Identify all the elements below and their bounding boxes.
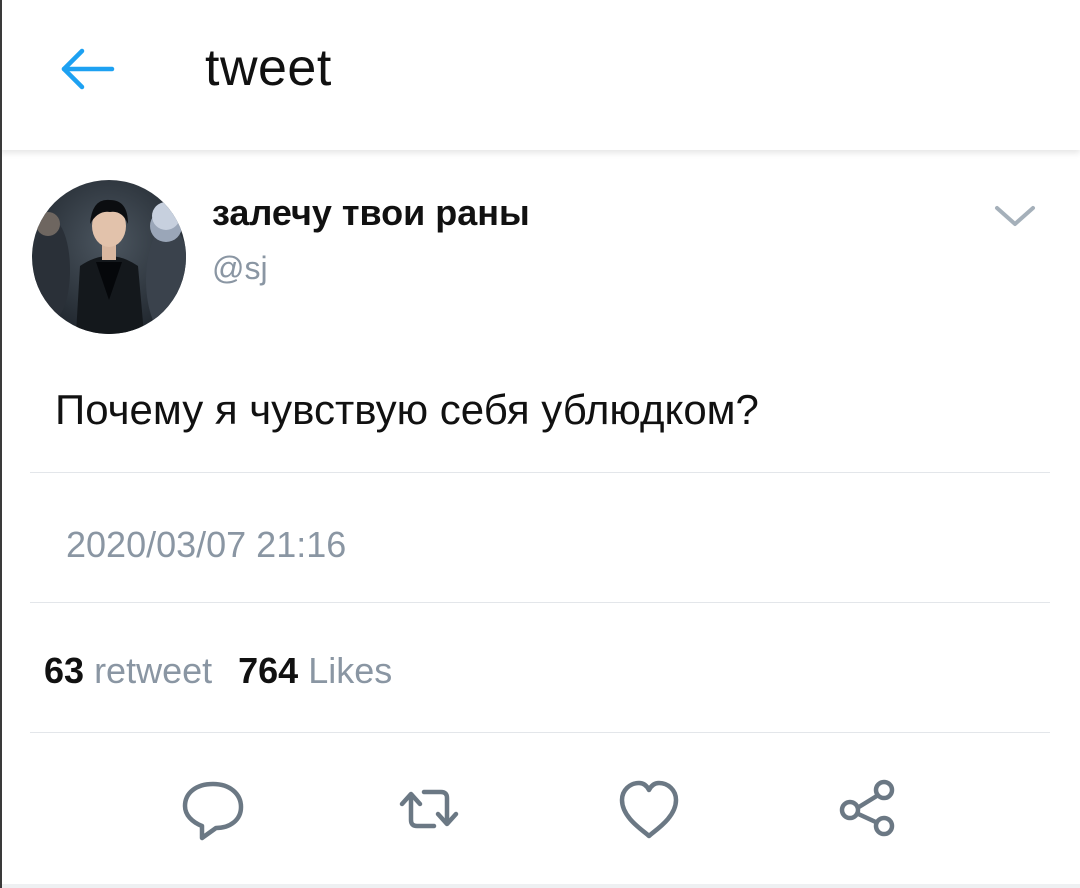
window-edge	[0, 0, 2, 888]
tweet-stats: 63 retweet 764 Likes	[44, 650, 392, 692]
divider	[30, 732, 1050, 733]
divider	[30, 472, 1050, 473]
likes-label: Likes	[308, 650, 393, 691]
display-name[interactable]: залечу твои раны	[212, 192, 530, 234]
divider	[30, 602, 1050, 603]
tweet-card: залечу твои раны @sj Почему я чувствую с…	[0, 150, 1080, 888]
share-nodes-icon	[839, 779, 895, 837]
likes-stat[interactable]: 764 Likes	[238, 650, 392, 691]
tweet-timestamp: 2020/03/07 21:16	[66, 524, 347, 565]
retweet-label: retweet	[94, 650, 213, 691]
chevron-down-icon	[995, 206, 1035, 226]
back-button[interactable]	[58, 46, 116, 92]
reply-button[interactable]	[178, 774, 248, 844]
heart-icon	[619, 780, 679, 839]
likes-count: 764	[238, 650, 299, 691]
app-header: tweet	[0, 0, 1080, 150]
avatar[interactable]	[32, 180, 186, 334]
share-button[interactable]	[832, 774, 902, 844]
bottom-divider	[0, 884, 1080, 888]
tweet-menu-button[interactable]	[992, 200, 1038, 232]
tweet-text: Почему я чувствую себя ублюдком?	[55, 386, 759, 433]
retweet-arrows-icon	[399, 789, 459, 829]
retweet-count: 63	[44, 650, 85, 691]
page-title: tweet	[205, 39, 332, 97]
arrow-left-icon	[61, 48, 115, 90]
retweet-button[interactable]	[394, 774, 464, 844]
avatar-photo	[32, 180, 186, 334]
user-handle[interactable]: @sj	[212, 250, 268, 287]
reply-bubble-icon	[182, 781, 244, 841]
retweet-stat[interactable]: 63 retweet	[44, 650, 212, 691]
like-button[interactable]	[614, 774, 684, 844]
